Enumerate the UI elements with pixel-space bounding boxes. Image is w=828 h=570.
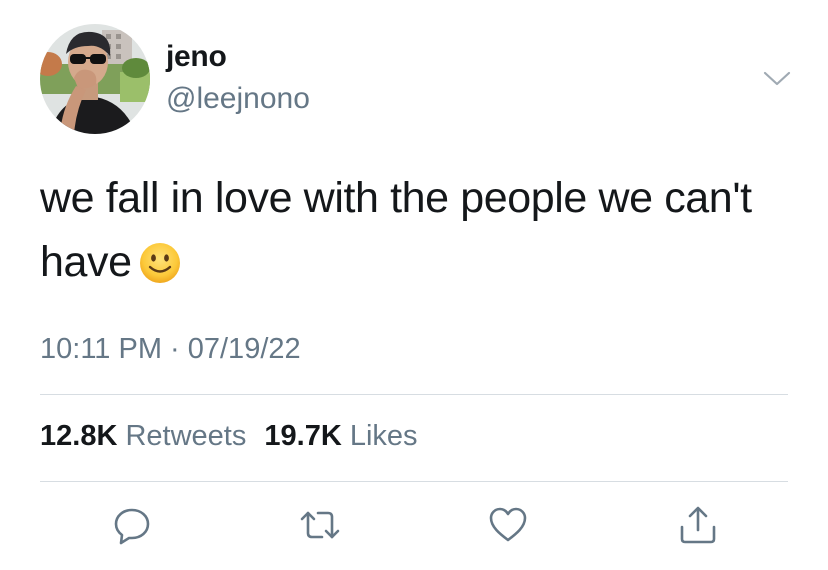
chevron-down-icon[interactable] <box>760 66 794 90</box>
divider <box>40 481 788 482</box>
display-name[interactable]: jeno <box>166 40 227 74</box>
retweets-label[interactable]: Retweets <box>125 420 246 452</box>
slightly-smiling-face-emoji-icon <box>138 239 182 283</box>
likes-label[interactable]: Likes <box>350 420 418 452</box>
retweets-count[interactable]: 12.8K <box>40 420 117 452</box>
tweet-card: jeno @leejnono we fall in love with the … <box>0 0 828 570</box>
reply-icon[interactable] <box>110 503 154 547</box>
divider <box>40 394 788 395</box>
avatar-photo <box>40 24 150 134</box>
retweet-icon[interactable] <box>298 503 342 547</box>
avatar[interactable] <box>40 24 150 134</box>
tweet-text: we fall in love with the people we can't… <box>40 166 800 294</box>
tweet-stats: 12.8K Retweets 19.7K Likes <box>40 420 418 453</box>
tweet-text-line-1: we fall in love with the people we can't <box>40 174 752 222</box>
share-icon[interactable] <box>676 503 720 547</box>
tweet-timestamp[interactable]: 10:11 PM · 07/19/22 <box>40 333 301 366</box>
tweet-text-line-2: have <box>40 238 132 286</box>
likes-count[interactable]: 19.7K <box>264 420 341 452</box>
tweet-text-line-2-wrap: have <box>40 230 800 294</box>
user-handle[interactable]: @leejnono <box>166 82 310 116</box>
like-icon[interactable] <box>486 503 530 547</box>
